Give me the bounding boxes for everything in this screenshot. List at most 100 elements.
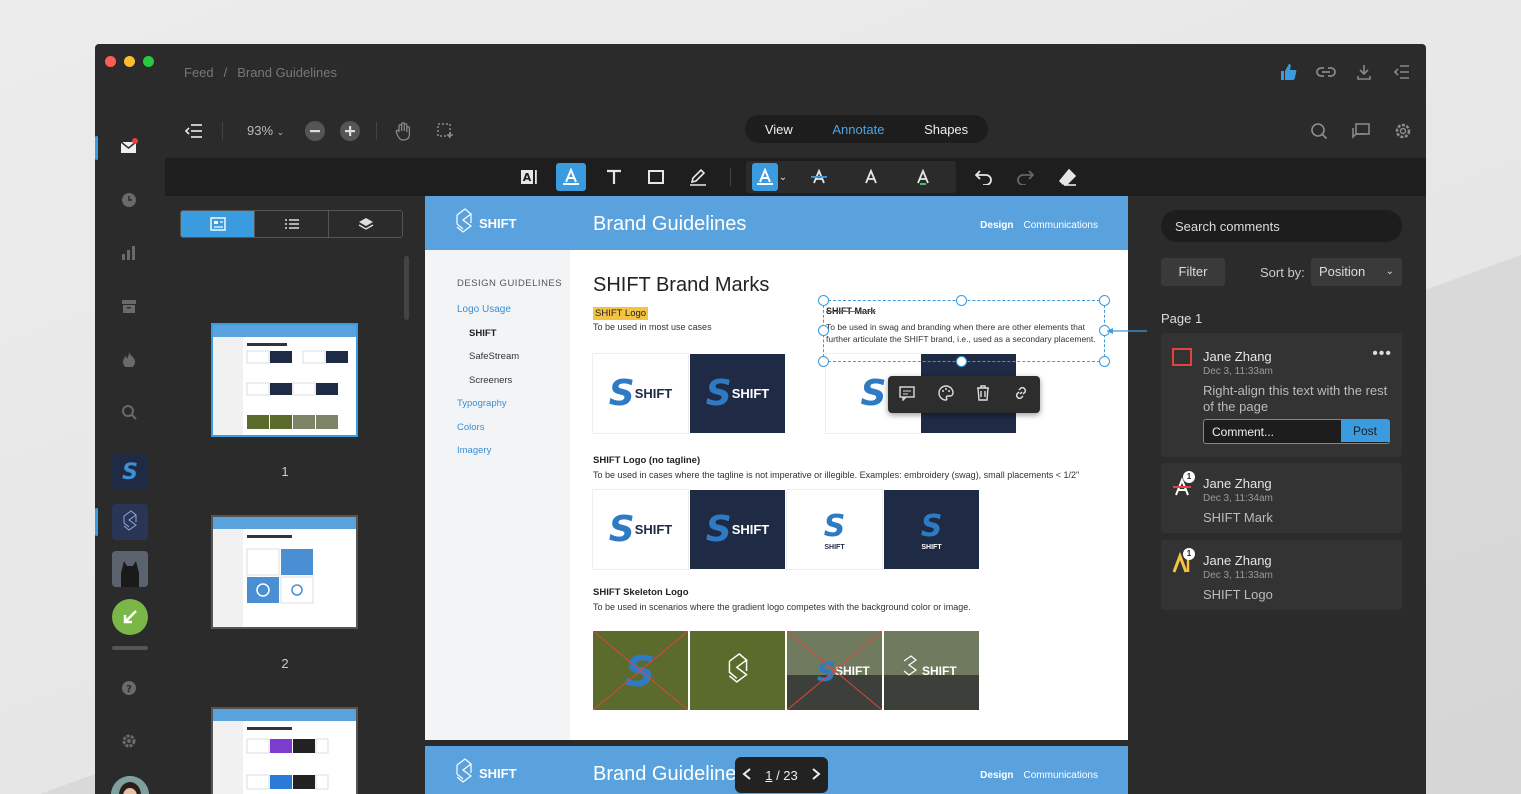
recent-icon[interactable] bbox=[119, 190, 139, 210]
page-thumbnail-1[interactable] bbox=[211, 323, 358, 437]
annotation-count-badge: 1 bbox=[1183, 471, 1195, 483]
comments-search-input[interactable]: Search comments bbox=[1161, 210, 1402, 242]
resize-handle[interactable] bbox=[818, 325, 829, 336]
tab-annotate[interactable]: Annotate bbox=[832, 122, 884, 137]
close-window-button[interactable] bbox=[105, 56, 116, 67]
zoom-in-button[interactable] bbox=[339, 120, 361, 142]
rectangle-tool-icon[interactable] bbox=[641, 163, 671, 191]
pen-tool-icon[interactable] bbox=[683, 163, 713, 191]
link-icon[interactable] bbox=[1013, 385, 1029, 405]
previous-page-icon[interactable] bbox=[742, 767, 752, 783]
workspace-green-icon[interactable] bbox=[112, 599, 148, 635]
strikethrough-style-icon[interactable] bbox=[804, 163, 834, 191]
logo-wordmark: SHIFT bbox=[634, 522, 673, 537]
comments-panel-icon[interactable] bbox=[1350, 120, 1372, 142]
post-button[interactable]: Post bbox=[1341, 420, 1389, 442]
zoom-select[interactable]: 93% ⌄ bbox=[247, 123, 284, 138]
layers-tab-icon[interactable] bbox=[329, 211, 402, 237]
rectangle-annotation-icon bbox=[1171, 346, 1193, 368]
current-page-input[interactable]: 1 bbox=[765, 768, 772, 783]
workspace-shift-icon[interactable]: S bbox=[112, 454, 148, 490]
page-thumbnails-tab-icon[interactable] bbox=[181, 211, 255, 237]
comment-card[interactable]: Jane Zhang Dec 3, 11:33am ••• Right-alig… bbox=[1161, 333, 1402, 457]
undo-icon[interactable] bbox=[969, 163, 999, 191]
highlight-tool-icon[interactable] bbox=[556, 163, 586, 191]
workspace-avatar-icon[interactable] bbox=[112, 551, 148, 587]
find-icon[interactable] bbox=[1308, 120, 1330, 142]
inbox-icon[interactable] bbox=[119, 136, 139, 156]
sidebar-item: SHIFT bbox=[469, 328, 497, 339]
help-icon[interactable]: ? bbox=[119, 678, 139, 698]
main-toolbar: 93% ⌄ View Annotate Shapes bbox=[165, 110, 1426, 152]
tab-view[interactable]: View bbox=[765, 122, 793, 137]
highlight-style-icon[interactable] bbox=[752, 163, 778, 191]
logo-wordmark: SHIFT bbox=[731, 386, 770, 401]
sidebar-item: Colors bbox=[457, 422, 485, 433]
chevron-down-icon: ⌄ bbox=[1385, 266, 1394, 277]
redo-icon[interactable] bbox=[1010, 163, 1040, 191]
filter-button[interactable]: Filter bbox=[1161, 258, 1225, 286]
resize-handle[interactable] bbox=[956, 356, 967, 367]
skeleton-tile-bad-1: S bbox=[593, 631, 688, 710]
annotation-highlight[interactable]: SHIFT Logo bbox=[593, 307, 649, 320]
resize-handle[interactable] bbox=[956, 295, 967, 306]
rail-divider bbox=[112, 646, 148, 650]
rail-workspace-indicator bbox=[95, 508, 98, 536]
chevron-down-icon[interactable]: ⌄ bbox=[776, 163, 790, 191]
download-icon[interactable] bbox=[1354, 62, 1374, 82]
reply-input[interactable]: Comment... Post bbox=[1203, 419, 1390, 444]
collapse-sidebar-icon[interactable] bbox=[183, 120, 205, 142]
search-icon[interactable] bbox=[119, 402, 139, 422]
page-thumbnail-2[interactable] bbox=[211, 515, 358, 629]
resize-handle[interactable] bbox=[1099, 356, 1110, 367]
archive-icon[interactable] bbox=[119, 296, 139, 316]
workspace-skeleton-icon[interactable] bbox=[112, 504, 148, 540]
link-icon[interactable] bbox=[1316, 62, 1336, 82]
breadcrumb-separator: / bbox=[223, 65, 228, 80]
breadcrumb-feed[interactable]: Feed bbox=[184, 65, 214, 80]
hand-tool-icon[interactable] bbox=[393, 120, 415, 142]
logo-glyph: S bbox=[920, 508, 943, 544]
settings-icon[interactable] bbox=[119, 731, 139, 751]
marquee-select-icon[interactable] bbox=[434, 120, 456, 142]
underline-white-style-icon[interactable] bbox=[856, 163, 886, 191]
user-avatar[interactable] bbox=[111, 776, 149, 794]
resize-handle[interactable] bbox=[818, 295, 829, 306]
thumbnail-view-tabs bbox=[180, 210, 403, 238]
page-thumbnail-3[interactable] bbox=[211, 707, 358, 794]
zoom-out-button[interactable] bbox=[304, 120, 326, 142]
minimize-window-button[interactable] bbox=[124, 56, 135, 67]
comment-icon[interactable] bbox=[899, 385, 915, 405]
text-tool-icon[interactable] bbox=[599, 163, 629, 191]
page-header: SHIFT Brand Guidelines Design Communicati… bbox=[425, 196, 1128, 250]
shift-logo-desc: To be used in most use cases bbox=[593, 322, 712, 332]
nav-communications: Communications bbox=[1023, 770, 1098, 781]
collapse-panel-icon[interactable] bbox=[1392, 62, 1412, 82]
palette-icon[interactable] bbox=[938, 384, 954, 405]
comment-text: SHIFT Logo bbox=[1203, 587, 1273, 602]
comment-card[interactable]: 1 Jane Zhang Dec 3, 11:34am SHIFT Mark bbox=[1161, 463, 1402, 533]
maximize-window-button[interactable] bbox=[143, 56, 154, 67]
text-box-tool-icon[interactable]: A bbox=[514, 163, 544, 191]
tab-shapes[interactable]: Shapes bbox=[924, 122, 968, 137]
annotation-toolbar: A ⌄ bbox=[165, 158, 1426, 196]
analytics-icon[interactable] bbox=[119, 243, 139, 263]
underline-green-style-icon[interactable] bbox=[908, 163, 938, 191]
sort-select[interactable]: Position ⌄ bbox=[1311, 258, 1402, 286]
page-navigator: 1 / 23 bbox=[735, 757, 828, 793]
selected-annotation-box[interactable] bbox=[823, 300, 1105, 362]
thumbnail-pane: 1 2 bbox=[165, 196, 424, 794]
thumbnail-scrollbar[interactable] bbox=[404, 256, 409, 320]
more-options-icon[interactable]: ••• bbox=[1372, 345, 1392, 363]
trending-icon[interactable] bbox=[119, 349, 139, 369]
comment-card[interactable]: 1 Jane Zhang Dec 3, 11:33am SHIFT Logo bbox=[1161, 540, 1402, 610]
resize-handle[interactable] bbox=[1099, 295, 1110, 306]
trash-icon[interactable] bbox=[976, 384, 990, 405]
resize-handle[interactable] bbox=[818, 356, 829, 367]
gear-icon[interactable] bbox=[1392, 120, 1414, 142]
outline-list-tab-icon[interactable] bbox=[255, 211, 329, 237]
reply-placeholder: Comment... bbox=[1212, 425, 1275, 439]
eraser-icon[interactable] bbox=[1053, 163, 1083, 191]
next-page-icon[interactable] bbox=[811, 767, 821, 783]
like-icon[interactable] bbox=[1278, 62, 1298, 82]
